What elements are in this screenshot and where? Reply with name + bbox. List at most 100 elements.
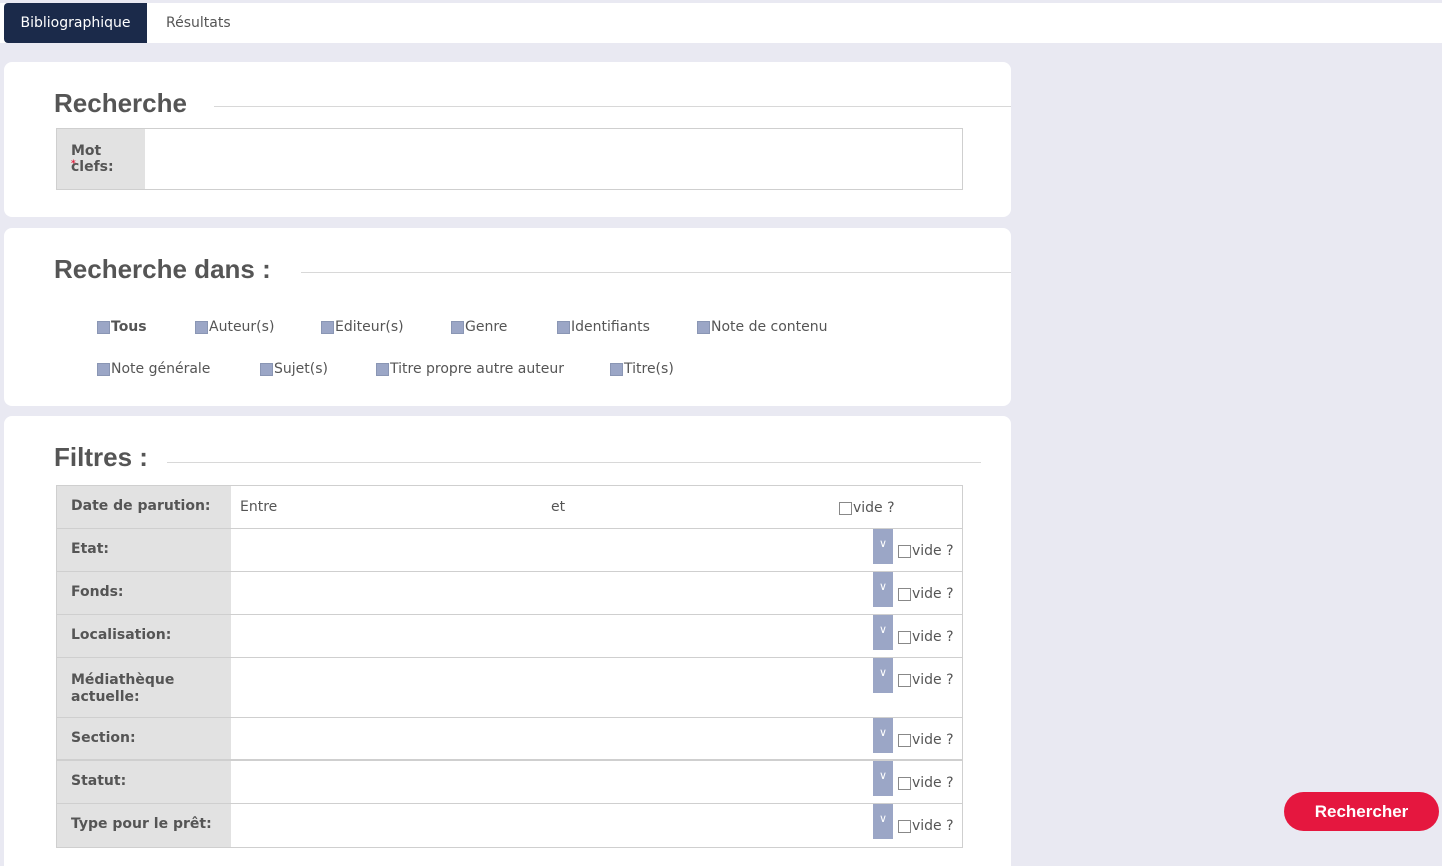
empty-toggle[interactable]: vide ? (839, 500, 895, 516)
type-pret-select[interactable] (231, 804, 873, 847)
empty-label: vide ? (912, 732, 954, 748)
field-option-identifiants[interactable]: Identifiants (557, 319, 650, 335)
filter-row-statut: Statut: ∨ vide ? (57, 761, 962, 804)
checkbox-icon[interactable] (898, 776, 911, 790)
filter-label: Statut: (57, 761, 231, 803)
checkbox-icon[interactable] (376, 362, 389, 376)
option-label: Note de contenu (711, 319, 828, 335)
empty-toggle[interactable]: vide ? (898, 672, 954, 688)
empty-toggle[interactable]: vide ? (898, 818, 954, 834)
checkbox-icon[interactable] (898, 673, 911, 687)
chevron-down-icon[interactable]: ∨ (873, 529, 893, 564)
localisation-select[interactable] (231, 615, 873, 657)
empty-toggle[interactable]: vide ? (898, 586, 954, 602)
option-label: Titre propre autre auteur (390, 361, 564, 377)
section-select[interactable] (231, 718, 873, 759)
chevron-down-icon[interactable]: ∨ (873, 615, 893, 650)
checkbox-icon[interactable] (557, 320, 570, 334)
checkbox-icon[interactable] (898, 587, 911, 601)
checkbox-icon[interactable] (898, 630, 911, 644)
empty-label: vide ? (853, 500, 895, 516)
empty-toggle[interactable]: vide ? (898, 732, 954, 748)
filter-label: Type pour le prêt: (57, 804, 231, 847)
option-label: Identifiants (571, 319, 650, 335)
fonds-select[interactable] (231, 572, 873, 614)
divider (301, 272, 1011, 273)
filter-row-fonds: Fonds: ∨ vide ? (57, 572, 962, 615)
checkbox-icon[interactable] (898, 819, 911, 833)
tab-bar: Bibliographique Résultats (0, 3, 1442, 43)
field-option-titres[interactable]: Titre(s) (610, 361, 674, 377)
chevron-down-icon[interactable]: ∨ (873, 761, 893, 796)
date-to-input[interactable]: et (551, 499, 565, 515)
filters-table: Date de parution: Entre et vide ? Etat: … (56, 485, 963, 848)
date-from-input[interactable]: Entre (240, 499, 277, 515)
recherche-dans-title: Recherche dans : (54, 254, 271, 284)
chevron-down-icon[interactable]: ∨ (873, 658, 893, 693)
option-label: Tous (111, 319, 147, 335)
checkbox-icon[interactable] (97, 320, 110, 334)
filter-row-type-pret: Type pour le prêt: ∨ vide ? (57, 804, 962, 847)
checkbox-icon[interactable] (610, 362, 623, 376)
option-label: Titre(s) (624, 361, 674, 377)
field-option-note-generale[interactable]: Note générale (97, 361, 210, 377)
field-option-sujets[interactable]: Sujet(s) (260, 361, 328, 377)
field-option-titre-propre[interactable]: Titre propre autre auteur (376, 361, 564, 377)
empty-toggle[interactable]: vide ? (898, 629, 954, 645)
rechercher-button[interactable]: Rechercher (1284, 792, 1439, 831)
keyword-input[interactable] (145, 129, 962, 189)
checkbox-icon[interactable] (97, 362, 110, 376)
chevron-down-icon[interactable]: ∨ (873, 804, 893, 839)
keyword-label-text: Mot clefs: (71, 143, 114, 175)
filter-label: Section: (57, 718, 231, 759)
filter-label: Etat: (57, 529, 231, 571)
option-label: Genre (465, 319, 508, 335)
checkbox-icon[interactable] (195, 320, 208, 334)
checkbox-icon[interactable] (839, 501, 852, 515)
filtres-panel: Filtres : Date de parution: Entre et vid… (4, 416, 1011, 866)
checkbox-icon[interactable] (898, 544, 911, 558)
empty-label: vide ? (912, 818, 954, 834)
keyword-field: Mot clefs: * (56, 128, 963, 190)
tab-resultats[interactable]: Résultats (148, 3, 249, 43)
keyword-label: Mot clefs: * (57, 129, 145, 189)
checkbox-icon[interactable] (451, 320, 464, 334)
checkbox-icon[interactable] (260, 362, 273, 376)
checkbox-icon[interactable] (697, 320, 710, 334)
checkbox-icon[interactable] (898, 733, 911, 747)
recherche-title: Recherche (54, 88, 187, 118)
filter-row-localisation: Localisation: ∨ vide ? (57, 615, 962, 658)
empty-label: vide ? (912, 775, 954, 791)
filtres-title: Filtres : (54, 442, 148, 472)
empty-label: vide ? (912, 586, 954, 602)
filter-label: Date de parution: (57, 486, 231, 528)
empty-label: vide ? (912, 543, 954, 559)
field-option-genre[interactable]: Genre (451, 319, 507, 335)
chevron-down-icon[interactable]: ∨ (873, 718, 893, 753)
recherche-panel: Recherche Mot clefs: * (4, 62, 1011, 217)
option-label: Auteur(s) (209, 319, 275, 335)
filter-label: Fonds: (57, 572, 231, 614)
tab-bibliographique[interactable]: Bibliographique (4, 3, 147, 43)
filter-label: Médiathèque actuelle: (57, 658, 231, 717)
statut-select[interactable] (231, 761, 873, 803)
mediatheque-select[interactable] (231, 658, 873, 717)
filter-row-mediatheque: Médiathèque actuelle: ∨ vide ? (57, 658, 962, 718)
option-label: Note générale (111, 361, 211, 377)
empty-toggle[interactable]: vide ? (898, 543, 954, 559)
empty-label: vide ? (912, 629, 954, 645)
chevron-down-icon[interactable]: ∨ (873, 572, 893, 607)
empty-label: vide ? (912, 672, 954, 688)
etat-select[interactable] (231, 529, 873, 571)
filter-label: Localisation: (57, 615, 231, 657)
recherche-dans-panel: Recherche dans : Tous Auteur(s) Editeur(… (4, 228, 1011, 406)
field-option-auteurs[interactable]: Auteur(s) (195, 319, 274, 335)
field-option-note-contenu[interactable]: Note de contenu (697, 319, 828, 335)
field-option-editeurs[interactable]: Editeur(s) (321, 319, 404, 335)
filter-row-etat: Etat: ∨ vide ? (57, 529, 962, 572)
filter-row-date: Date de parution: Entre et vide ? (57, 486, 962, 529)
field-option-tous[interactable]: Tous (97, 319, 147, 335)
checkbox-icon[interactable] (321, 320, 334, 334)
empty-toggle[interactable]: vide ? (898, 775, 954, 791)
required-mark: * (71, 159, 76, 169)
